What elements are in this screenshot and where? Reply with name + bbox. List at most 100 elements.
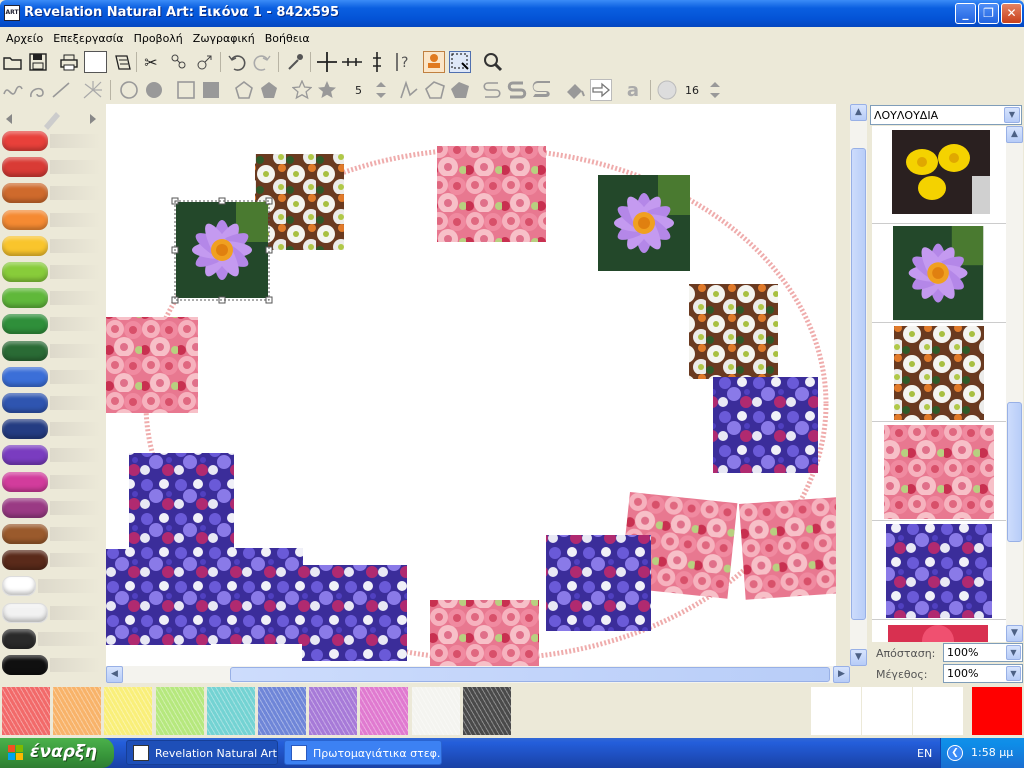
color-swatch-7[interactable] — [309, 687, 358, 735]
stamp-thumbnail-hyacinths[interactable] — [872, 522, 1006, 620]
crayon-color-1[interactable] — [2, 131, 102, 151]
color-swatch-4[interactable] — [155, 687, 204, 735]
crayon-color-8[interactable] — [2, 314, 102, 335]
crayon-color-21[interactable] — [2, 655, 102, 675]
rectangle-outline-icon[interactable] — [175, 79, 197, 101]
custom-color-slot-1[interactable] — [811, 687, 861, 735]
crayon-color-3[interactable] — [2, 183, 102, 204]
fill-bucket-icon[interactable] — [564, 79, 586, 101]
crayon-color-19[interactable] — [2, 602, 102, 623]
color-swatch-10[interactable] — [462, 687, 511, 735]
circle-outline-icon[interactable] — [118, 79, 140, 101]
restore-button[interactable]: ❐ — [978, 3, 999, 24]
drawing-canvas[interactable] — [106, 104, 836, 666]
crayon-color-11[interactable] — [2, 393, 102, 413]
pentagon-outline-icon[interactable] — [233, 79, 255, 101]
rectangle-filled-icon[interactable] — [200, 79, 222, 101]
print-icon[interactable] — [58, 51, 80, 73]
stamp-thumbnail-daisies[interactable] — [872, 324, 1006, 422]
stamp-list-scrollbar[interactable]: ▲ ▼ — [1006, 126, 1023, 642]
color-swatch-1[interactable] — [2, 687, 50, 735]
crayon-color-6[interactable] — [2, 262, 102, 282]
spiral-icon[interactable] — [26, 79, 48, 101]
save-icon[interactable] — [27, 51, 49, 73]
font-size-stepper[interactable] — [704, 79, 726, 101]
menu-help[interactable]: Βοήθεια — [259, 28, 314, 45]
close-button[interactable]: ✕ — [1001, 3, 1022, 24]
custom-color-slot-2[interactable] — [862, 687, 912, 735]
chevron-down-icon[interactable]: ▼ — [1006, 645, 1021, 660]
s-curve-filled-icon[interactable] — [531, 79, 553, 101]
arrow-tool-icon[interactable] — [590, 79, 612, 101]
start-button[interactable]: έναρξη — [0, 738, 114, 768]
custom-color-slot-3[interactable] — [913, 687, 963, 735]
stamp-thumbnail-red-flower[interactable] — [872, 621, 1006, 642]
zoom-icon[interactable] — [482, 51, 504, 73]
scissors-icon[interactable]: ✂ — [140, 51, 162, 73]
scroll-down-button[interactable]: ▼ — [850, 649, 867, 666]
pentagon-filled-icon[interactable] — [258, 79, 280, 101]
color-swatch-6[interactable] — [258, 687, 306, 735]
text-tool-icon[interactable]: a — [622, 79, 644, 101]
move-crosshair-icon[interactable] — [316, 51, 338, 73]
canvas-vertical-scrollbar[interactable]: ▲ ▼ — [850, 104, 867, 666]
crayon-color-13[interactable] — [2, 445, 102, 466]
chevron-down-icon[interactable]: ▼ — [1004, 107, 1020, 123]
stamp-scroll-down-button[interactable]: ▼ — [1006, 625, 1023, 642]
menu-paint[interactable]: Ζωγραφική — [187, 28, 259, 45]
crayon-color-17[interactable] — [2, 550, 102, 571]
s-curve-outline-icon[interactable] — [481, 79, 503, 101]
distance-select[interactable]: 100% ▼ — [943, 643, 1023, 662]
scroll-paper-icon[interactable] — [112, 51, 134, 73]
font-color-circle-icon[interactable] — [656, 79, 678, 101]
curve-tool-icon[interactable] — [398, 79, 420, 101]
new-image-icon[interactable] — [84, 51, 107, 73]
menu-view[interactable]: Προβολή — [128, 28, 187, 45]
crayon-color-15[interactable] — [2, 497, 102, 518]
spray-icon[interactable] — [82, 79, 104, 101]
crayon-color-18[interactable] — [2, 576, 102, 597]
crayon-color-4[interactable] — [2, 209, 102, 230]
crayon-color-20[interactable] — [2, 628, 102, 649]
line-icon[interactable] — [50, 79, 72, 101]
eyedropper-icon[interactable] — [284, 51, 306, 73]
stamp-scroll-up-button[interactable]: ▲ — [1006, 126, 1023, 143]
size-select[interactable]: 100% ▼ — [943, 664, 1023, 683]
crayon-color-5[interactable] — [2, 235, 102, 256]
horizontal-resize-icon[interactable] — [341, 51, 363, 73]
language-indicator[interactable]: EN — [917, 747, 932, 760]
crayon-color-7[interactable] — [2, 288, 102, 309]
vertical-scroll-thumb[interactable] — [851, 148, 866, 620]
copy-icon[interactable] — [168, 51, 190, 73]
circle-filled-icon[interactable] — [143, 79, 165, 101]
task-word-document[interactable]: Πρωτομαγιάτικα στεφ... — [284, 740, 442, 765]
color-swatch-9[interactable] — [411, 687, 460, 735]
crayon-color-12[interactable] — [2, 419, 102, 440]
polygon-filled-icon[interactable] — [449, 79, 471, 101]
scroll-left-button[interactable]: ◀ — [106, 666, 123, 683]
crayon-color-14[interactable] — [2, 471, 102, 492]
crayon-color-10[interactable] — [2, 366, 102, 387]
color-swatch-8[interactable] — [360, 687, 409, 735]
help-cursor-icon[interactable]: ? — [391, 51, 413, 73]
selection-tool-icon[interactable] — [449, 51, 471, 73]
scroll-right-button[interactable]: ▶ — [833, 666, 850, 683]
brush-size-stepper[interactable] — [370, 79, 392, 101]
freehand-icon[interactable] — [2, 79, 24, 101]
current-color-swatch[interactable] — [972, 687, 1022, 735]
crayon-color-9[interactable] — [2, 340, 102, 361]
star-outline-icon[interactable] — [291, 79, 313, 101]
open-folder-icon[interactable] — [2, 51, 24, 73]
canvas-horizontal-scrollbar[interactable]: ◀ ▶ — [106, 666, 850, 683]
color-swatch-3[interactable] — [104, 687, 153, 735]
tray-arrow-icon[interactable]: ❮ — [947, 745, 963, 761]
scroll-up-button[interactable]: ▲ — [850, 104, 867, 121]
crayon-color-16[interactable] — [2, 524, 102, 544]
undo-icon[interactable] — [226, 51, 248, 73]
stamp-thumbnail-yellow-flower[interactable] — [872, 126, 1006, 224]
category-select[interactable]: ΛΟΥΛΟΥΔΙΑ ▼ — [870, 105, 1022, 125]
menu-file[interactable]: Αρχείο — [0, 28, 47, 45]
chevron-down-icon[interactable]: ▼ — [1006, 666, 1021, 681]
s-curve-double-icon[interactable] — [506, 79, 528, 101]
paste-icon[interactable] — [194, 51, 216, 73]
